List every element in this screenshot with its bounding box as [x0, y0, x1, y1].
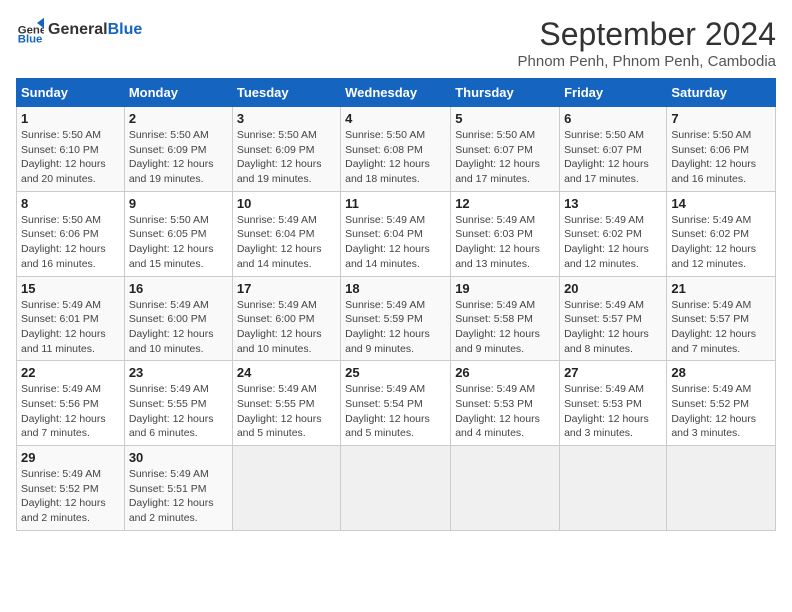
- table-row: 17Sunrise: 5:49 AMSunset: 6:00 PMDayligh…: [232, 276, 340, 361]
- table-row: 16Sunrise: 5:49 AMSunset: 6:00 PMDayligh…: [124, 276, 232, 361]
- table-row: [451, 446, 560, 531]
- table-row: 26Sunrise: 5:49 AMSunset: 5:53 PMDayligh…: [451, 361, 560, 446]
- table-row: [560, 446, 667, 531]
- table-row: 2Sunrise: 5:50 AMSunset: 6:09 PMDaylight…: [124, 107, 232, 192]
- col-saturday: Saturday: [667, 79, 776, 107]
- table-row: 23Sunrise: 5:49 AMSunset: 5:55 PMDayligh…: [124, 361, 232, 446]
- logo-general: General: [48, 21, 108, 38]
- month-title: September 2024: [518, 16, 777, 53]
- table-row: 12Sunrise: 5:49 AMSunset: 6:03 PMDayligh…: [451, 191, 560, 276]
- col-sunday: Sunday: [17, 79, 125, 107]
- table-row: 3Sunrise: 5:50 AMSunset: 6:09 PMDaylight…: [232, 107, 340, 192]
- col-monday: Monday: [124, 79, 232, 107]
- table-row: 10Sunrise: 5:49 AMSunset: 6:04 PMDayligh…: [232, 191, 340, 276]
- col-wednesday: Wednesday: [341, 79, 451, 107]
- table-row: 22Sunrise: 5:49 AMSunset: 5:56 PMDayligh…: [17, 361, 125, 446]
- table-row: 18Sunrise: 5:49 AMSunset: 5:59 PMDayligh…: [341, 276, 451, 361]
- table-row: 27Sunrise: 5:49 AMSunset: 5:53 PMDayligh…: [560, 361, 667, 446]
- table-row: [341, 446, 451, 531]
- svg-text:Blue: Blue: [18, 33, 43, 44]
- table-row: 8Sunrise: 5:50 AMSunset: 6:06 PMDaylight…: [17, 191, 125, 276]
- col-thursday: Thursday: [451, 79, 560, 107]
- logo-blue: Blue: [108, 21, 143, 38]
- table-row: 1Sunrise: 5:50 AMSunset: 6:10 PMDaylight…: [17, 107, 125, 192]
- table-row: 28Sunrise: 5:49 AMSunset: 5:52 PMDayligh…: [667, 361, 776, 446]
- location-title: Phnom Penh, Phnom Penh, Cambodia: [518, 53, 777, 70]
- table-row: 6Sunrise: 5:50 AMSunset: 6:07 PMDaylight…: [560, 107, 667, 192]
- table-row: [667, 446, 776, 531]
- table-row: 9Sunrise: 5:50 AMSunset: 6:05 PMDaylight…: [124, 191, 232, 276]
- table-row: 21Sunrise: 5:49 AMSunset: 5:57 PMDayligh…: [667, 276, 776, 361]
- table-row: 30Sunrise: 5:49 AMSunset: 5:51 PMDayligh…: [124, 446, 232, 531]
- page-header: General Blue GeneralBlue September 2024 …: [16, 16, 776, 70]
- logo-icon: General Blue: [16, 16, 44, 44]
- table-row: 29Sunrise: 5:49 AMSunset: 5:52 PMDayligh…: [17, 446, 125, 531]
- calendar-header-row: Sunday Monday Tuesday Wednesday Thursday…: [17, 79, 776, 107]
- col-tuesday: Tuesday: [232, 79, 340, 107]
- table-row: 20Sunrise: 5:49 AMSunset: 5:57 PMDayligh…: [560, 276, 667, 361]
- calendar-table: Sunday Monday Tuesday Wednesday Thursday…: [16, 78, 776, 531]
- table-row: 15Sunrise: 5:49 AMSunset: 6:01 PMDayligh…: [17, 276, 125, 361]
- table-row: 19Sunrise: 5:49 AMSunset: 5:58 PMDayligh…: [451, 276, 560, 361]
- table-row: [232, 446, 340, 531]
- logo: General Blue GeneralBlue: [16, 16, 142, 44]
- col-friday: Friday: [560, 79, 667, 107]
- title-area: September 2024 Phnom Penh, Phnom Penh, C…: [518, 16, 777, 70]
- table-row: 4Sunrise: 5:50 AMSunset: 6:08 PMDaylight…: [341, 107, 451, 192]
- table-row: 13Sunrise: 5:49 AMSunset: 6:02 PMDayligh…: [560, 191, 667, 276]
- table-row: 7Sunrise: 5:50 AMSunset: 6:06 PMDaylight…: [667, 107, 776, 192]
- table-row: 14Sunrise: 5:49 AMSunset: 6:02 PMDayligh…: [667, 191, 776, 276]
- table-row: 11Sunrise: 5:49 AMSunset: 6:04 PMDayligh…: [341, 191, 451, 276]
- table-row: 24Sunrise: 5:49 AMSunset: 5:55 PMDayligh…: [232, 361, 340, 446]
- table-row: 5Sunrise: 5:50 AMSunset: 6:07 PMDaylight…: [451, 107, 560, 192]
- table-row: 25Sunrise: 5:49 AMSunset: 5:54 PMDayligh…: [341, 361, 451, 446]
